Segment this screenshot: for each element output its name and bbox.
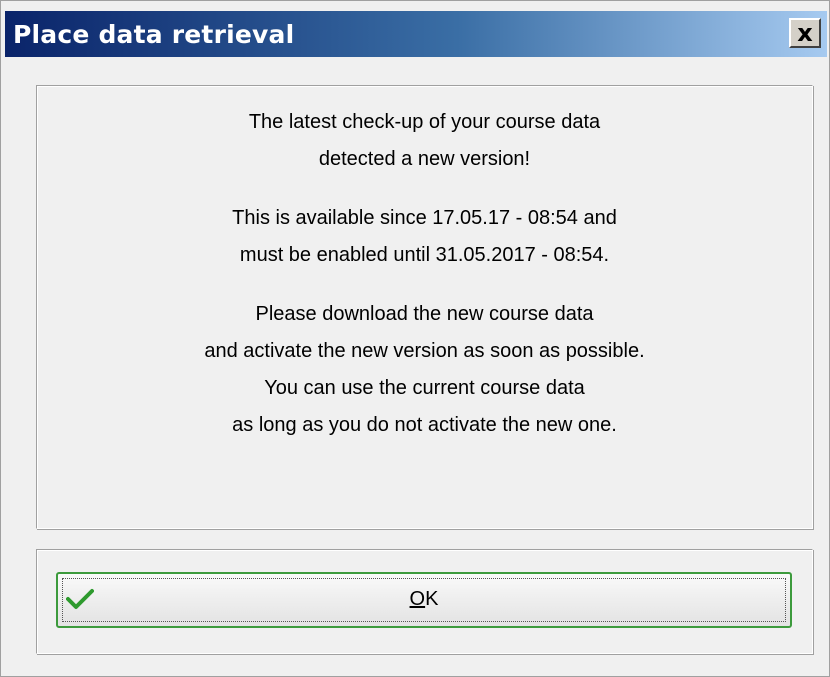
close-icon: x [797, 19, 813, 47]
button-panel: OK [36, 549, 813, 654]
ok-button[interactable]: OK [56, 572, 792, 628]
message-line: must be enabled until 31.05.2017 - 08:54… [239, 244, 610, 266]
message-line: This is available since 17.05.17 - 08:54… [232, 207, 617, 229]
message-line: Please download the new course data [255, 303, 594, 325]
message-line: You can use the current course data [264, 377, 585, 399]
message-line: The latest check-up of your course data [248, 111, 601, 133]
title-bar[interactable]: Place data retrieval x [5, 11, 827, 57]
dialog-window: Place data retrieval x The latest check-… [0, 0, 830, 677]
message-line: and activate the new version as soon as … [204, 340, 645, 362]
message-panel: The latest check-up of your course data … [36, 85, 813, 529]
ok-button-label: OK [409, 588, 439, 610]
message-line: detected a new version! [318, 148, 531, 170]
message-text: The latest check-up of your course data … [37, 104, 812, 444]
window-title: Place data retrieval [13, 19, 295, 49]
close-button[interactable]: x [789, 18, 821, 48]
message-line: as long as you do not activate the new o… [232, 414, 617, 436]
